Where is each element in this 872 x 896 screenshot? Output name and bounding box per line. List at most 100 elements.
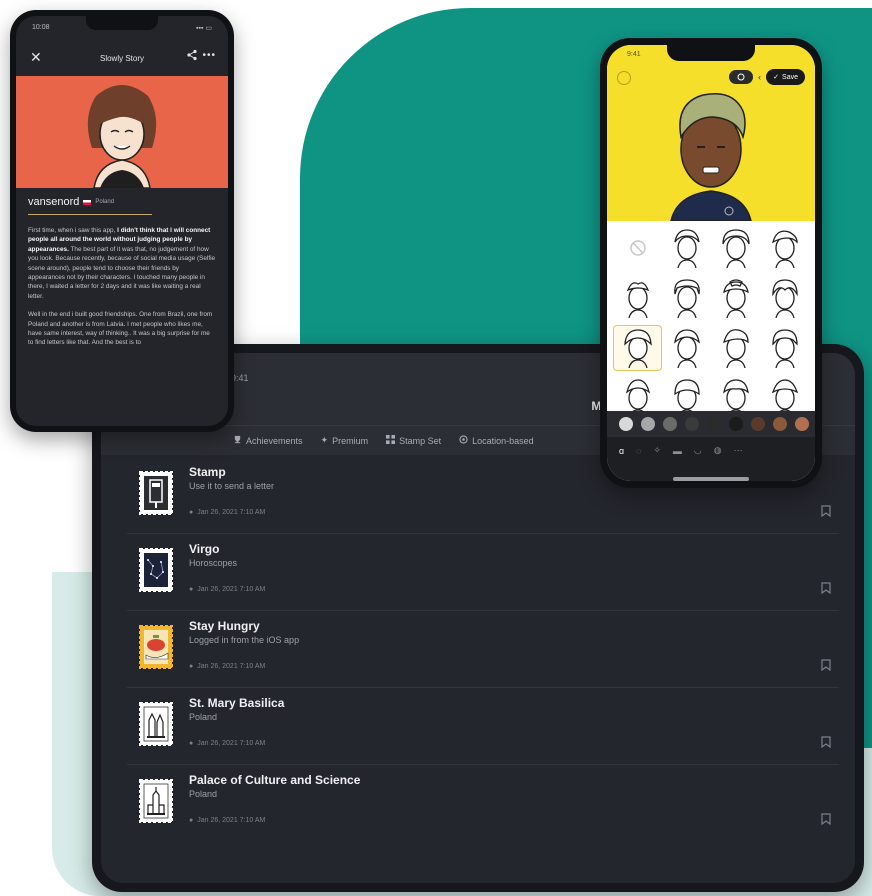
more-category-icon[interactable]: ⋯ <box>734 445 743 456</box>
stamp-date: ● Jan 26, 2021 7:10 AM <box>189 509 265 516</box>
randomize-icon[interactable] <box>729 70 754 84</box>
user-icon: ● <box>189 509 194 516</box>
no-hair-option[interactable] <box>613 225 662 271</box>
divider <box>28 214 152 215</box>
home-indicator <box>673 477 749 481</box>
color-swatch[interactable] <box>641 417 655 431</box>
color-swatch[interactable] <box>751 417 765 431</box>
date-text: Jan 26, 2021 7:10 AM <box>197 740 266 747</box>
face-category-icon[interactable]: ◌ <box>636 446 641 456</box>
hair-icon <box>673 229 700 268</box>
story-author[interactable]: vansenord Poland <box>28 196 114 208</box>
bookmark-icon[interactable] <box>821 736 831 748</box>
palace-stamp-icon <box>139 779 173 823</box>
hair-style-option[interactable] <box>662 325 711 371</box>
color-swatch[interactable] <box>619 417 633 431</box>
status-time: 10:08 <box>32 24 50 31</box>
avatar-editor-screen: 9:41 ‹ ✓ Save ɑ ◌ ✧ ▬ ◡ ◍ ⋯ <box>607 45 815 481</box>
stamp-date: ● Jan 26, 2021 7:10 AM <box>189 663 265 670</box>
constellation-stamp-icon <box>139 548 173 592</box>
color-swatch-bar <box>607 411 815 437</box>
color-swatch[interactable] <box>729 417 743 431</box>
hair-icon <box>673 329 700 368</box>
color-swatch[interactable] <box>773 417 787 431</box>
hair-icon <box>771 230 798 268</box>
story-paragraph: Well in the end i built good friendships… <box>28 311 213 347</box>
hair-style-option[interactable] <box>662 225 711 271</box>
tab-premium[interactable]: ✦ Premium <box>321 435 369 446</box>
list-item[interactable]: Stay Hungry Logged in from the iOS app ●… <box>127 611 839 688</box>
hair-style-grid <box>607 225 815 421</box>
story-rest: The best part of it was that, no judgeme… <box>28 245 216 300</box>
location-icon <box>459 435 468 446</box>
food-stamp-icon <box>139 625 173 669</box>
date-text: Jan 26, 2021 7:10 AM <box>197 663 266 670</box>
color-swatch[interactable] <box>663 417 677 431</box>
hair-style-option[interactable] <box>613 325 662 371</box>
stamp-name: Virgo <box>189 542 220 556</box>
list-item[interactable]: St. Mary Basilica Poland ● Jan 26, 2021 7… <box>127 688 839 765</box>
hair-icon <box>722 279 749 318</box>
save-button[interactable]: ✓ Save <box>766 69 805 85</box>
story-intro: First time, when i saw this app, <box>28 227 118 234</box>
basilica-stamp-icon <box>139 702 173 746</box>
editor-category-bar: ɑ ◌ ✧ ▬ ◡ ◍ ⋯ <box>607 437 815 481</box>
list-item[interactable]: Virgo Horoscopes ● Jan 26, 2021 7:10 AM <box>127 534 839 611</box>
hair-style-option[interactable] <box>760 225 809 271</box>
tab-label: Location-based <box>472 435 534 446</box>
stamp-subtitle: Logged in from the iOS app <box>189 635 300 645</box>
color-swatch[interactable] <box>707 417 721 431</box>
hair-style-option[interactable] <box>760 275 809 321</box>
phone-notch <box>86 16 158 30</box>
hair-style-option[interactable] <box>662 275 711 321</box>
undo-icon[interactable]: ‹ <box>758 72 761 82</box>
stamp-list: Stamp Use it to send a letter ● Jan 26, 2… <box>127 457 839 842</box>
hair-icon <box>673 279 700 318</box>
check-icon: ✓ <box>773 74 780 81</box>
eyes-category-icon[interactable]: ✧ <box>653 445 661 456</box>
color-swatch[interactable] <box>685 417 699 431</box>
status-time: 9:41 <box>627 51 641 58</box>
hair-style-option[interactable] <box>711 325 760 371</box>
more-icon[interactable]: ••• <box>202 50 216 61</box>
color-swatch[interactable] <box>795 417 809 431</box>
avatar <box>87 85 157 189</box>
stamp-subtitle: Poland <box>189 789 218 799</box>
date-text: Jan 26, 2021 7:10 AM <box>197 817 266 824</box>
username: vansenord <box>28 196 80 208</box>
hair-icon <box>771 279 798 318</box>
date-text: Jan 26, 2021 7:10 AM <box>197 509 266 516</box>
back-icon[interactable] <box>617 71 631 85</box>
bookmark-icon[interactable] <box>821 582 831 594</box>
stamp-subtitle: Use it to send a letter <box>189 481 275 491</box>
hair-style-option[interactable] <box>711 275 760 321</box>
trophy-icon <box>233 435 242 446</box>
brows-category-icon[interactable]: ▬ <box>673 446 682 456</box>
tab-label: Premium <box>332 435 369 446</box>
stamp-date: ● Jan 26, 2021 7:10 AM <box>189 817 265 824</box>
stamp-name: Stamp <box>189 465 226 479</box>
list-item[interactable]: Palace of Culture and Science Poland ● Ja… <box>127 765 839 842</box>
hair-category-icon[interactable]: ɑ <box>619 446 624 456</box>
bookmark-icon[interactable] <box>821 659 831 671</box>
phone-notch <box>667 45 755 61</box>
hair-icon <box>626 282 649 318</box>
stamp-date: ● Jan 26, 2021 7:10 AM <box>189 740 265 747</box>
tab-stamp-set[interactable]: Stamp Set <box>386 435 441 446</box>
hair-style-option[interactable] <box>711 225 760 271</box>
share-icon[interactable] <box>186 48 198 66</box>
mouth-category-icon[interactable]: ◡ <box>694 445 702 456</box>
story-screen: 10:08 ▪▪▪ ▭ ✕ Slowly Story ••• vansenord… <box>16 16 228 426</box>
save-label: Save <box>782 73 798 81</box>
tab-location-based[interactable]: Location-based <box>459 435 534 446</box>
tab-achievements[interactable]: Achievements <box>233 435 303 446</box>
accessory-category-icon[interactable]: ◍ <box>714 445 722 456</box>
signal-battery-icon: ▪▪▪ ▭ <box>195 25 212 32</box>
user-icon: ● <box>189 663 194 670</box>
hair-style-option[interactable] <box>760 325 809 371</box>
grid-icon <box>386 435 396 446</box>
hair-style-option[interactable] <box>613 275 662 321</box>
date-text: Jan 26, 2021 7:10 AM <box>197 586 266 593</box>
bookmark-icon[interactable] <box>821 813 831 825</box>
bookmark-icon[interactable] <box>821 505 831 517</box>
